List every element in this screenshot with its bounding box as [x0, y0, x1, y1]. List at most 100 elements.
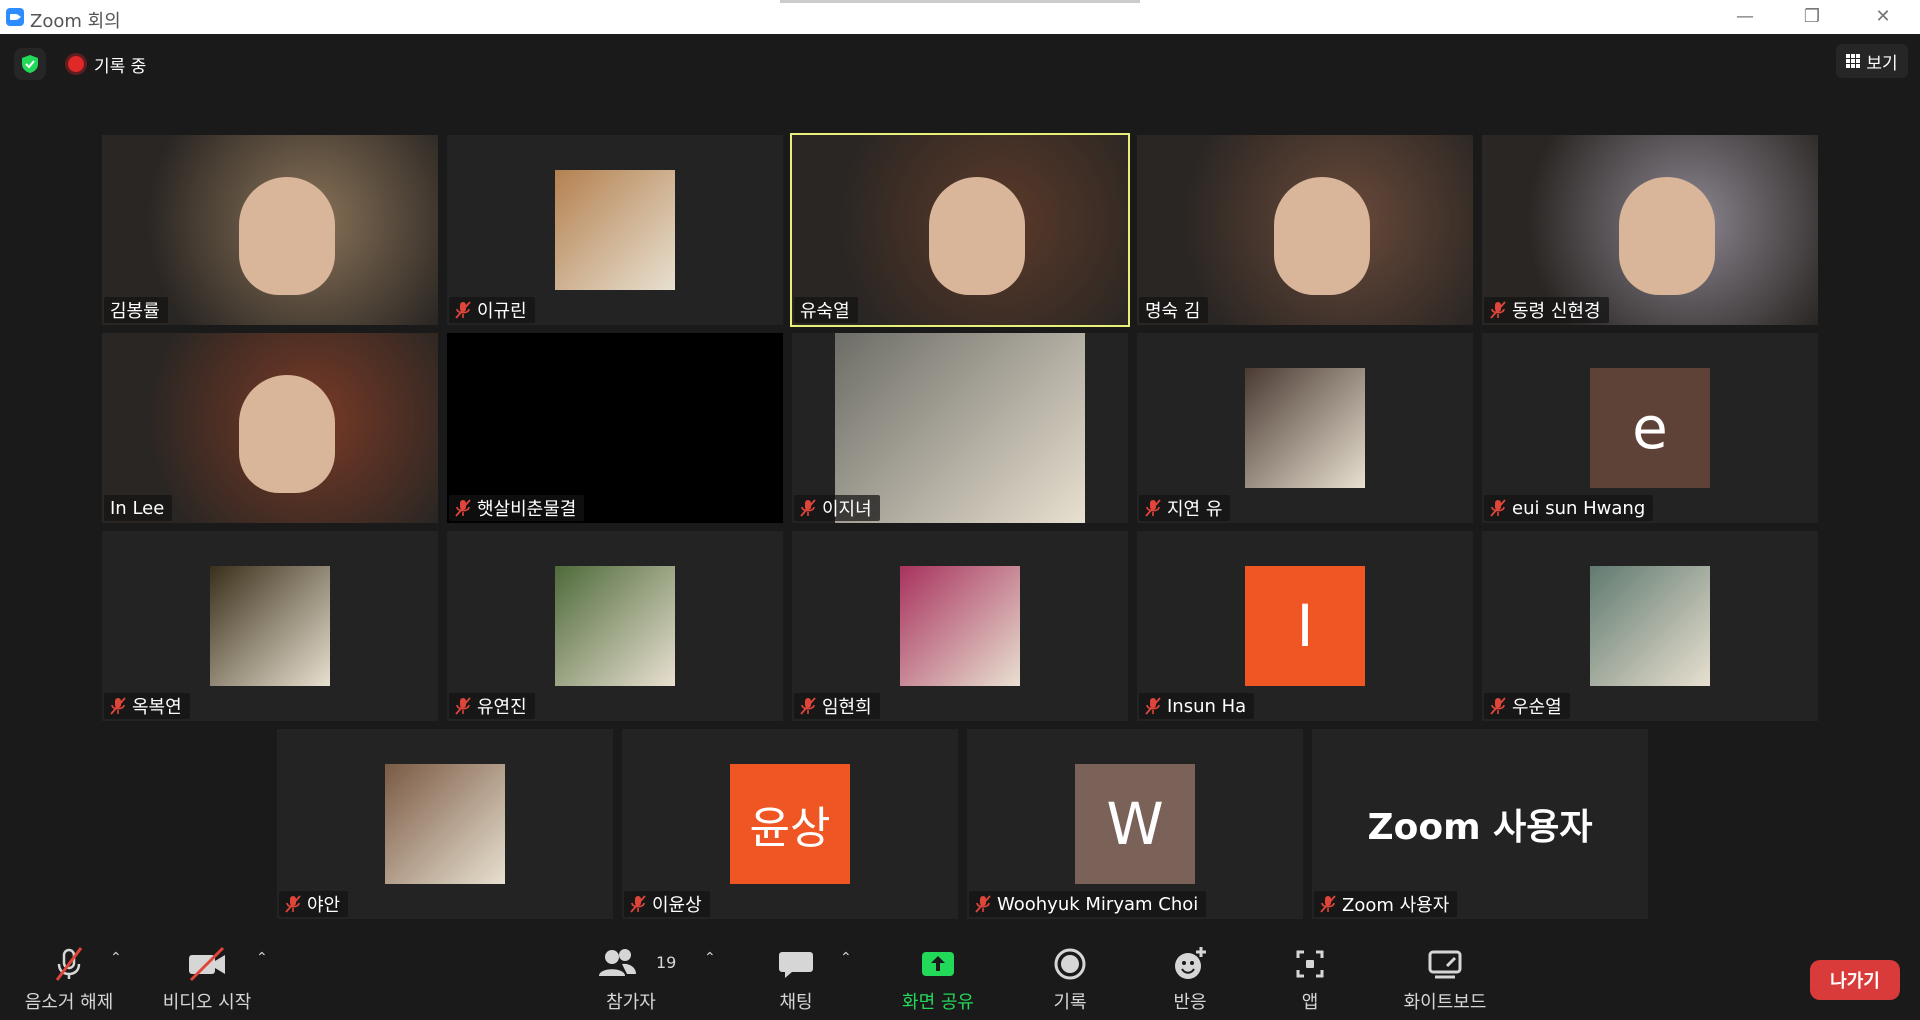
leave-button[interactable]: 나가기: [1810, 960, 1900, 1000]
participant-tile[interactable]: In Lee: [102, 333, 438, 523]
view-label: 보기: [1866, 53, 1898, 74]
muted-mic-icon: [455, 697, 471, 715]
participant-name: 이윤상: [652, 895, 702, 916]
participant-tile[interactable]: 햇살비춘물결: [447, 333, 783, 523]
encryption-shield-icon[interactable]: [14, 48, 46, 80]
drag-handle[interactable]: [780, 0, 1140, 3]
participant-name: 옥복연: [132, 697, 182, 718]
minimize-button[interactable]: —: [1730, 6, 1760, 27]
muted-mic-icon: [1490, 499, 1506, 517]
profile-picture: [1245, 368, 1365, 488]
name-label: 햇살비춘물결: [449, 495, 585, 521]
share-screen-button[interactable]: 화면 공유: [888, 936, 988, 1020]
view-button[interactable]: 보기: [1836, 44, 1908, 78]
record-icon: [1054, 948, 1086, 980]
avatar-initial: W: [1106, 790, 1164, 858]
record-dot-icon: [68, 56, 84, 72]
participant-silhouette: [238, 374, 335, 493]
participant-silhouette: [238, 176, 335, 295]
participants-options-caret[interactable]: ⌃: [704, 950, 716, 966]
unmute-button[interactable]: 음소거 해제: [14, 936, 124, 1020]
participant-tile[interactable]: 유숙열: [790, 133, 1130, 327]
participant-tile[interactable]: 김봉률: [102, 135, 438, 325]
participant-tile[interactable]: e eui sun Hwang: [1482, 333, 1818, 523]
chat-options-caret[interactable]: ⌃: [840, 950, 852, 966]
participant-tile[interactable]: 윤상이윤상: [622, 729, 958, 919]
chat-icon: [779, 952, 813, 978]
name-label: Woohyuk Miryam Choi: [969, 891, 1207, 917]
participant-tile[interactable]: Zoom 사용자 Zoom 사용자: [1312, 729, 1648, 919]
close-button[interactable]: ✕: [1868, 6, 1898, 27]
share-screen-icon: [922, 952, 954, 976]
participant-name: Insun Ha: [1167, 695, 1247, 717]
participant-tile[interactable]: 우순열: [1482, 531, 1818, 721]
participant-tile[interactable]: 동령 신현경: [1482, 135, 1818, 325]
participant-name: 김봉률: [110, 301, 160, 322]
participant-tile[interactable]: I Insun Ha: [1137, 531, 1473, 721]
muted-mic-icon: [455, 301, 471, 319]
placeholder-text: Zoom 사용자: [1367, 807, 1593, 848]
recording-label: 기록 중: [94, 56, 147, 77]
video-options-caret[interactable]: ⌃: [256, 950, 268, 966]
profile-picture: [210, 566, 330, 686]
participant-tile[interactable]: 임현희: [792, 531, 1128, 721]
apps-button[interactable]: 앱: [1270, 936, 1350, 1020]
participant-name: 유숙열: [800, 301, 850, 322]
name-label: Zoom 사용자: [1314, 891, 1458, 917]
name-label: 야안: [279, 891, 349, 917]
participant-tile[interactable]: 유연진: [447, 531, 783, 721]
muted-mic-icon: [55, 947, 83, 981]
muted-mic-icon: [1490, 697, 1506, 715]
meeting-toolbar: 음소거 해제 ⌃ 비디오 시작 ⌃ 19 참가자 ⌃ 채팅 ⌃ 화면 공유 기록…: [0, 936, 1920, 1020]
participants-label: 참가자: [606, 992, 656, 1013]
participant-tile[interactable]: 지연 유: [1137, 333, 1473, 523]
participant-tile[interactable]: 옥복연: [102, 531, 438, 721]
name-label: 옥복연: [104, 693, 190, 719]
window-titlebar: Zoom 회의 — ❐ ✕: [0, 0, 1920, 34]
share-screen-label: 화면 공유: [902, 992, 974, 1013]
video-off-icon: [189, 946, 225, 982]
smile-plus-icon: [1175, 947, 1206, 979]
name-label: 이윤상: [624, 891, 710, 917]
name-label: 이지녀: [794, 495, 880, 521]
name-label: 명숙 김: [1139, 297, 1209, 323]
restore-button[interactable]: ❐: [1797, 6, 1827, 27]
whiteboard-button[interactable]: 화이트보드: [1390, 936, 1500, 1020]
participant-tile[interactable]: W Woohyuk Miryam Choi: [967, 729, 1303, 919]
record-button[interactable]: 기록: [1030, 936, 1110, 1020]
avatar: 윤상: [730, 764, 850, 884]
participant-tile[interactable]: 이규린: [447, 135, 783, 325]
profile-picture: [900, 566, 1020, 686]
name-label: 유연진: [449, 693, 535, 719]
start-video-label: 비디오 시작: [162, 992, 252, 1013]
participant-tile[interactable]: 야안: [277, 729, 613, 919]
participant-name: 명숙 김: [1145, 301, 1201, 322]
profile-picture: [555, 566, 675, 686]
audio-options-caret[interactable]: ⌃: [110, 950, 122, 966]
chat-button[interactable]: 채팅: [760, 936, 832, 1020]
window-title: Zoom 회의: [30, 11, 121, 32]
apps-icon: [1296, 950, 1324, 978]
muted-mic-icon: [1320, 895, 1336, 913]
reactions-button[interactable]: 반응: [1150, 936, 1230, 1020]
muted-mic-icon: [630, 895, 646, 913]
muted-mic-icon: [800, 499, 816, 517]
zoom-logo-icon: [6, 8, 24, 26]
muted-mic-icon: [110, 697, 126, 715]
name-label: 유숙열: [794, 297, 858, 323]
name-label: In Lee: [104, 495, 173, 521]
name-label: Insun Ha: [1139, 693, 1255, 719]
reactions-label: 반응: [1173, 992, 1207, 1013]
participant-name: 임현희: [822, 697, 872, 718]
unmute-label: 음소거 해제: [24, 992, 114, 1013]
avatar: I: [1245, 566, 1365, 686]
participants-button[interactable]: 19 참가자: [590, 936, 676, 1020]
participant-tile[interactable]: 이지녀: [792, 333, 1128, 523]
start-video-button[interactable]: 비디오 시작: [152, 936, 262, 1020]
participant-name: 지연 유: [1167, 499, 1223, 520]
muted-mic-icon: [455, 499, 471, 517]
name-label: 김봉률: [104, 297, 168, 323]
name-label: 지연 유: [1139, 495, 1231, 521]
recording-indicator[interactable]: 기록 중: [58, 48, 158, 80]
participant-tile[interactable]: 명숙 김: [1137, 135, 1473, 325]
